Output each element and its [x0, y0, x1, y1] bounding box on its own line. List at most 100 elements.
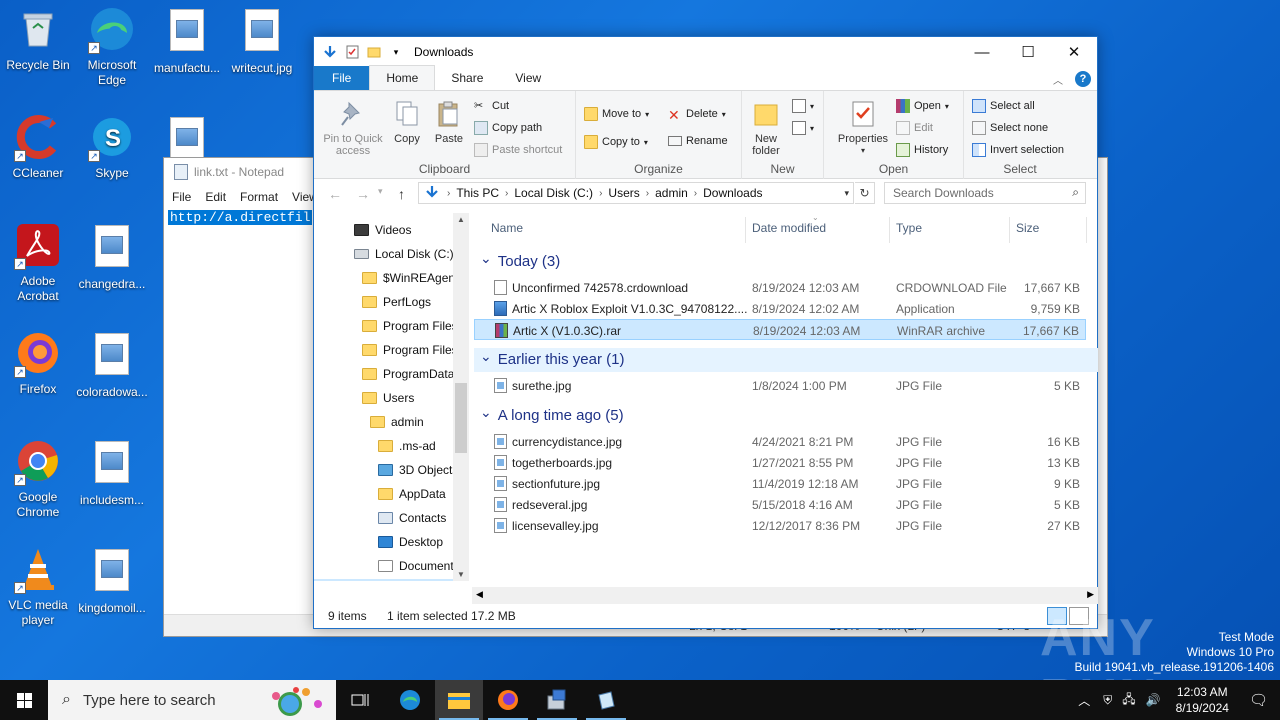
network-icon[interactable]: 🖧: [1122, 690, 1135, 711]
address-bar[interactable]: › This PC › Local Disk (C:) › Users › admin…: [418, 182, 854, 204]
nav-item-program-files[interactable]: Program Files: [362, 315, 458, 337]
new-folder-button[interactable]: New folder: [746, 99, 786, 157]
cut-button[interactable]: ✂ Cut: [474, 99, 509, 113]
notepad-menu-file[interactable]: File: [172, 190, 191, 204]
desktop-icon[interactable]: kingdomoil...: [74, 546, 150, 616]
column-header-name[interactable]: Name: [491, 221, 523, 235]
nav-item-videos[interactable]: Videos: [354, 219, 411, 241]
forward-arrow-icon[interactable]: →: [356, 186, 370, 202]
nav-item-users[interactable]: Users: [362, 387, 414, 409]
nav-item-winreagent[interactable]: $WinREAgent: [362, 267, 458, 289]
close-button[interactable]: ✕: [1051, 37, 1097, 67]
paste-shortcut-button[interactable]: Paste shortcut: [474, 143, 562, 157]
desktop-icon[interactable]: coloradowa...: [74, 330, 150, 400]
nav-scroll-up-icon[interactable]: ▲: [457, 215, 465, 224]
desktop-icon[interactable]: manufactu...: [149, 6, 225, 76]
invert-selection-button[interactable]: Invert selection: [972, 143, 1064, 157]
notepad-menu-edit[interactable]: Edit: [205, 190, 226, 204]
volume-icon[interactable]: 🔊: [1146, 693, 1161, 707]
desktop-icon[interactable]: ↗ Microsoft Edge: [74, 6, 150, 88]
desktop-icon[interactable]: ↗ Adobe Acrobat: [0, 222, 76, 304]
explorer-window[interactable]: ▾ Downloads — ☐ ✕ File Home Share View ︿…: [313, 36, 1098, 629]
breadcrumb-local-disk[interactable]: Local Disk (C:): [514, 186, 593, 200]
refresh-icon[interactable]: ↻: [855, 182, 875, 204]
tab-home[interactable]: Home: [369, 65, 436, 90]
file-row[interactable]: currencydistance.jpg 4/24/2021 8:21 PM JPG…: [474, 431, 1086, 452]
history-button[interactable]: History: [896, 143, 948, 157]
up-arrow-icon[interactable]: ↑: [398, 186, 405, 202]
scroll-right-icon[interactable]: ▶: [1087, 589, 1094, 600]
properties-qa-icon[interactable]: [344, 44, 360, 60]
copy-path-button[interactable]: Copy path: [474, 121, 542, 135]
move-to-button[interactable]: Move to ▾: [584, 107, 649, 121]
group-header[interactable]: ⌄ Today (3): [480, 250, 560, 270]
new-folder-qa-icon[interactable]: [366, 44, 382, 60]
desktop-icon[interactable]: includesm...: [74, 438, 150, 508]
desktop-icon[interactable]: writecut.jpg: [224, 6, 300, 76]
nav-item-admin[interactable]: admin: [370, 411, 424, 433]
nav-item-3d-objects[interactable]: 3D Objects: [378, 459, 458, 481]
nav-item-downloads[interactable]: Downloads: [314, 579, 453, 581]
file-row[interactable]: redseveral.jpg 5/15/2018 4:16 AM JPG File 5…: [474, 494, 1086, 515]
nav-scrollbar[interactable]: ▲ ▼: [453, 213, 469, 581]
copy-to-button[interactable]: Copy to ▾: [584, 135, 648, 149]
desktop-icon[interactable]: ↗ Google Chrome: [0, 438, 76, 520]
group-collapse-chevron-icon[interactable]: ⌄: [480, 404, 492, 421]
group-collapse-chevron-icon[interactable]: ⌄: [480, 348, 492, 365]
desktop-icon[interactable]: changedra...: [74, 222, 150, 292]
back-arrow-icon[interactable]: ←: [328, 186, 342, 202]
nav-scroll-thumb[interactable]: [455, 383, 467, 453]
tab-file[interactable]: File: [314, 66, 370, 90]
nav-item-local-disk-c[interactable]: Local Disk (C:): [354, 243, 454, 265]
file-row[interactable]: licensevalley.jpg 12/12/2017 8:36 PM JPG F…: [474, 515, 1086, 536]
desktop-icon[interactable]: S ↗ Skype: [74, 114, 150, 181]
select-none-button[interactable]: Select none: [972, 121, 1048, 135]
collapse-ribbon-icon[interactable]: ︿: [1053, 72, 1063, 87]
desktop-icon[interactable]: ↗ VLC media player: [0, 546, 76, 628]
tab-view[interactable]: View: [499, 66, 557, 90]
breadcrumb-downloads[interactable]: Downloads: [703, 186, 762, 200]
breadcrumb-users[interactable]: Users: [608, 186, 639, 200]
taskbar-edge-icon[interactable]: [386, 680, 434, 720]
notepad-menu-format[interactable]: Format: [240, 190, 278, 204]
notifications-icon[interactable]: 🗨: [1249, 691, 1268, 709]
nav-item-contacts[interactable]: Contacts: [378, 507, 446, 529]
tray-overflow-chevron-icon[interactable]: ︿: [1078, 692, 1090, 709]
help-icon[interactable]: ?: [1075, 71, 1091, 87]
maximize-button[interactable]: ☐: [1005, 37, 1051, 67]
taskbar-clock[interactable]: 12:03 AM 8/19/2024: [1176, 684, 1229, 716]
breadcrumb-admin[interactable]: admin: [655, 186, 688, 200]
group-header[interactable]: ⌄ Earlier this year (1): [480, 348, 624, 368]
start-button[interactable]: [0, 680, 48, 720]
column-header-date[interactable]: Date modified: [752, 221, 826, 235]
edit-button[interactable]: Edit: [896, 121, 933, 135]
taskbar-search-box[interactable]: ⌕ Type here to search: [48, 680, 336, 720]
tray-security-icon[interactable]: ⛨: [1103, 693, 1112, 708]
notepad-text-selection[interactable]: http://a.directfil: [168, 210, 313, 225]
scroll-left-icon[interactable]: ◀: [476, 589, 483, 600]
file-row[interactable]: Unconfirmed 742578.crdownload 8/19/2024 1…: [474, 277, 1086, 298]
rename-button[interactable]: Rename: [668, 135, 728, 147]
search-input[interactable]: Search Downloads ⌕: [884, 182, 1086, 204]
address-dropdown-icon[interactable]: ▾: [844, 188, 849, 199]
file-row[interactable]: togetherboards.jpg 1/27/2021 8:55 PM JPG F…: [474, 452, 1086, 473]
file-list-hscrollbar[interactable]: ◀ ▶: [472, 587, 1098, 604]
desktop-icon[interactable]: Recycle Bin: [0, 6, 76, 73]
desktop-icon[interactable]: ↗ CCleaner: [0, 114, 76, 181]
navigation-pane[interactable]: Downloads Documents Desktop Contacts AppData…: [314, 213, 469, 581]
nav-item-desktop[interactable]: Desktop: [378, 531, 443, 553]
taskbar-setup-icon[interactable]: [533, 680, 581, 720]
minimize-button[interactable]: —: [959, 37, 1005, 67]
pin-quick-access-button[interactable]: Pin to Quick access: [320, 99, 386, 157]
nav-item-programdata[interactable]: ProgramData: [362, 363, 454, 385]
tab-share[interactable]: Share: [435, 66, 499, 90]
customize-qa-chevron-icon[interactable]: ▾: [388, 44, 404, 60]
nav-item-program-files[interactable]: Program Files: [362, 339, 458, 361]
taskbar-explorer-icon[interactable]: [435, 680, 483, 720]
file-row[interactable]: Artic X Roblox Exploit V1.0.3C_94708122.…: [474, 298, 1086, 319]
file-row[interactable]: sectionfuture.jpg 11/4/2019 12:18 AM JPG F…: [474, 473, 1086, 494]
new-item-icon[interactable]: ▾: [792, 99, 814, 113]
task-view-icon[interactable]: [336, 680, 384, 720]
delete-button[interactable]: ✕ Delete ▾: [668, 107, 726, 123]
nav-item-ms-ad[interactable]: .ms-ad: [378, 435, 436, 457]
